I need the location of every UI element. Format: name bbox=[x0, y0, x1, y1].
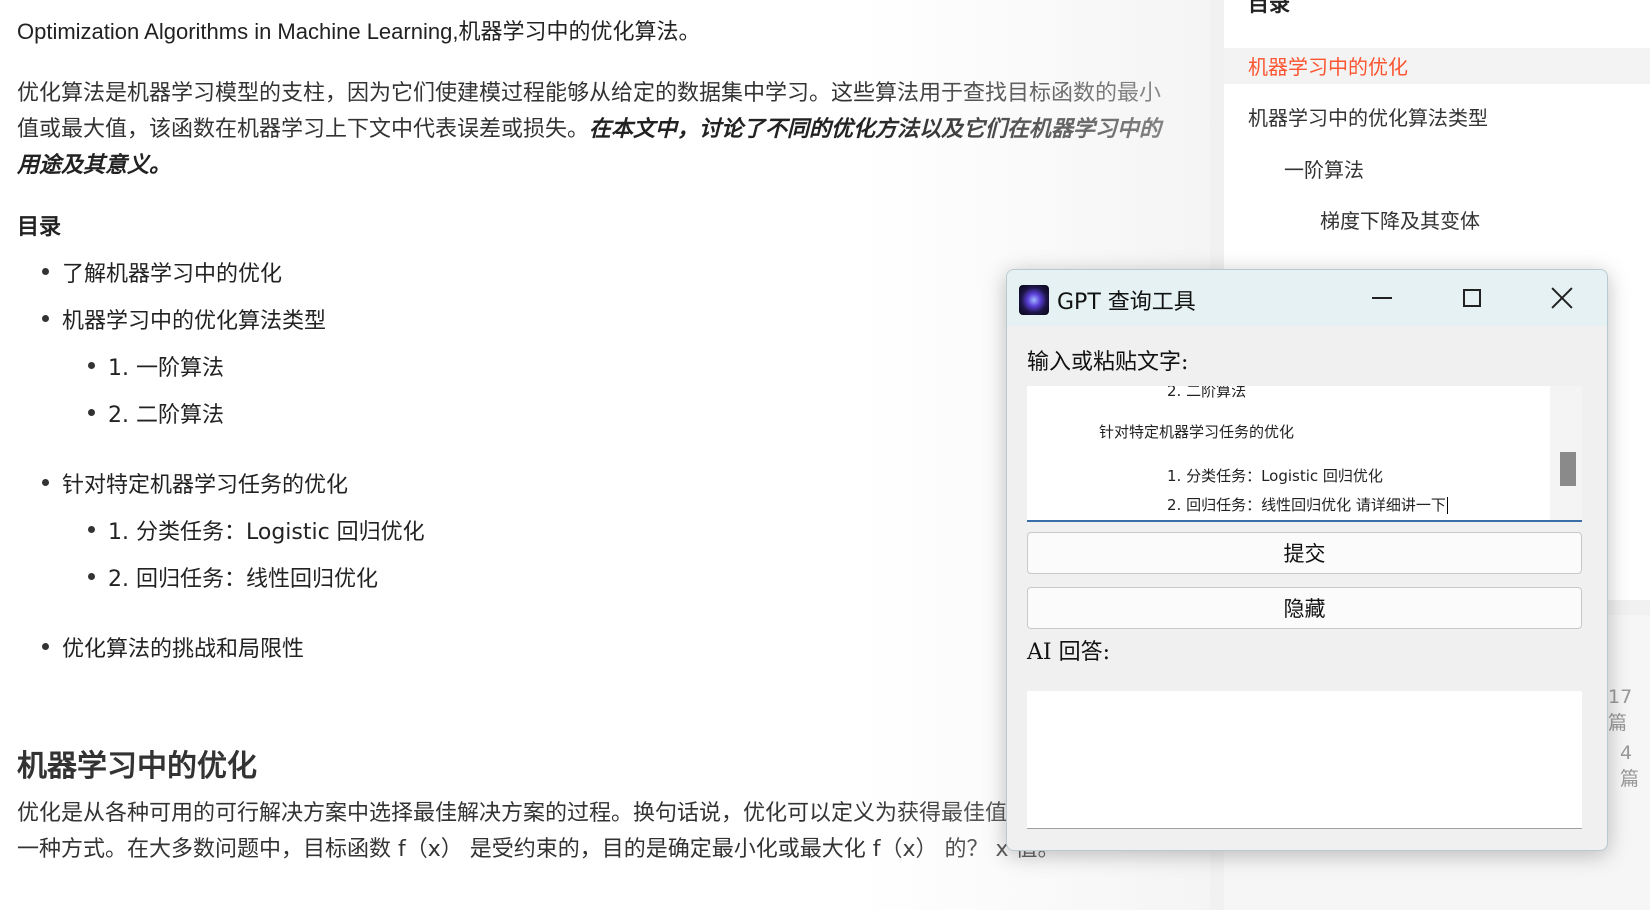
toc-link-regression[interactable]: 2. 回归任务：线性回归优化 bbox=[88, 561, 378, 593]
input-label: 输入或粘贴文字: bbox=[1027, 350, 1189, 375]
toc-link-understanding-optimization[interactable]: 了解机器学习中的优化 bbox=[41, 256, 282, 288]
input-line: 针对特定机器学习任务的优化 bbox=[1099, 423, 1295, 441]
scrollbar-thumb[interactable] bbox=[1560, 452, 1576, 486]
category-count: 17篇 bbox=[1608, 686, 1633, 734]
minimize-icon bbox=[1372, 297, 1392, 299]
answer-label: AI 回答: bbox=[1027, 640, 1110, 665]
sidebar-toc-title: 目录 bbox=[1248, 0, 1290, 16]
maximize-icon bbox=[1463, 289, 1481, 307]
toc-link-second-order[interactable]: 2. 二阶算法 bbox=[88, 397, 224, 429]
section-paragraph: 优化是从各种可用的可行解决方案中选择最佳解决方案的过程。换句话说，优化可以定义为… bbox=[17, 801, 1118, 862]
toc-link-first-order[interactable]: 1. 一阶算法 bbox=[88, 350, 224, 382]
input-line-last: 2. 回归任务：线性回归优化 请详细讲一下 bbox=[1167, 494, 1448, 515]
submit-button[interactable]: 提交 bbox=[1027, 532, 1582, 574]
article-toc-title: 目录 bbox=[17, 215, 62, 240]
intro-line: Optimization Algorithms in Machine Learn… bbox=[17, 19, 701, 44]
toc-link-task-specific[interactable]: 针对特定机器学习任务的优化 bbox=[41, 467, 348, 499]
gpt-query-window: GPT 查询工具 输入或粘贴文字: 2. 二阶算法 针对特定机器学习任务的优化 … bbox=[1006, 269, 1608, 851]
input-line: 1. 分类任务：Logistic 回归优化 bbox=[1167, 467, 1383, 485]
minimize-button[interactable] bbox=[1337, 270, 1427, 326]
input-textarea[interactable]: 2. 二阶算法 针对特定机器学习任务的优化 1. 分类任务：Logistic 回… bbox=[1027, 386, 1582, 522]
intro-paragraph: 优化算法是机器学习模型的支柱，因为它们使建模过程能够从给定的数据集中学习。这些算… bbox=[17, 76, 1177, 184]
toc-link-classification[interactable]: 1. 分类任务：Logistic 回归优化 bbox=[88, 514, 425, 546]
input-line-text: 2. 回归任务：线性回归优化 请详细讲一下 bbox=[1167, 496, 1446, 514]
input-line: 2. 二阶算法 bbox=[1167, 386, 1247, 400]
sidebar-item-algorithm-types[interactable]: 机器学习中的优化算法类型 bbox=[1248, 102, 1488, 131]
maximize-button[interactable] bbox=[1427, 270, 1517, 326]
section-heading: 机器学习中的优化 bbox=[17, 749, 257, 784]
sidebar-item-first-order[interactable]: 一阶算法 bbox=[1284, 154, 1364, 183]
window-title: GPT 查询工具 bbox=[1057, 290, 1196, 315]
sidebar-item-gradient-descent[interactable]: 梯度下降及其变体 bbox=[1320, 205, 1480, 234]
category-count: 4篇 bbox=[1620, 742, 1640, 790]
close-icon bbox=[1551, 287, 1573, 309]
answer-textarea[interactable] bbox=[1027, 691, 1582, 829]
app-logo-icon bbox=[1019, 285, 1049, 315]
input-scrollbar[interactable] bbox=[1550, 386, 1582, 520]
hide-button[interactable]: 隐藏 bbox=[1027, 587, 1582, 629]
toc-link-algorithm-types[interactable]: 机器学习中的优化算法类型 bbox=[41, 303, 326, 335]
sidebar-item-optimization[interactable]: 机器学习中的优化 bbox=[1248, 51, 1408, 80]
close-button[interactable] bbox=[1517, 270, 1607, 326]
window-titlebar[interactable]: GPT 查询工具 bbox=[1007, 270, 1607, 326]
toc-link-challenges[interactable]: 优化算法的挑战和局限性 bbox=[41, 631, 304, 663]
text-caret bbox=[1446, 497, 1448, 514]
